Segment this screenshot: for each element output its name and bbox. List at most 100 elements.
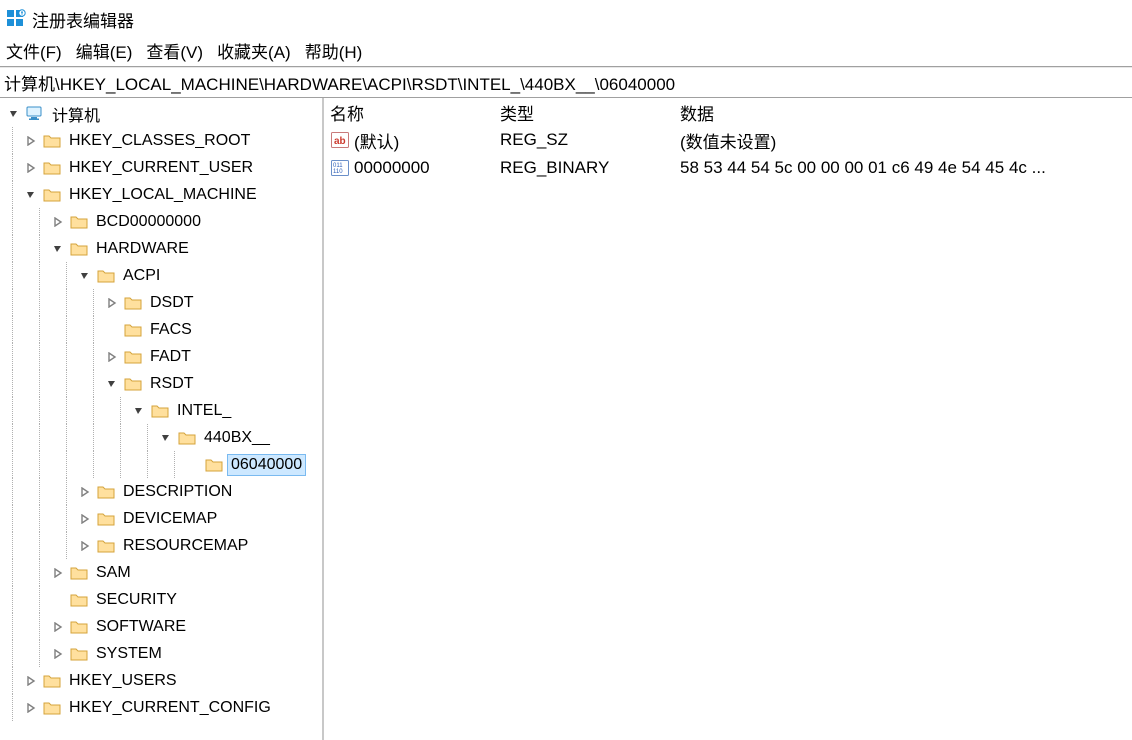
main-split: 计算机 [0,98,1132,740]
tree-item-dsdt[interactable]: DSDT [0,289,322,316]
tree-pane[interactable]: 计算机 [0,98,324,740]
folder-icon [70,564,88,582]
header-type[interactable]: 类型 [500,100,680,125]
tree-label: HARDWARE [92,238,193,260]
tree-item-acpi[interactable]: ACPI [0,262,322,289]
value-row[interactable]: 011 110 00000000 REG_BINARY 58 53 44 54 … [324,154,1132,182]
tree-label: HKEY_LOCAL_MACHINE [65,184,261,206]
tree-item-hardware[interactable]: HARDWARE [0,235,322,262]
tree-label: RESOURCEMAP [119,535,252,557]
tree-item-hkcc[interactable]: HKEY_CURRENT_CONFIG [0,694,322,721]
tree-item-software[interactable]: SOFTWARE [0,613,322,640]
menu-edit[interactable]: 编辑(E) [76,38,133,63]
chevron-right-icon[interactable] [77,484,93,500]
value-row[interactable]: ab (默认) REG_SZ (数值未设置) [324,126,1132,154]
folder-icon [70,213,88,231]
chevron-right-icon[interactable] [23,160,39,176]
folder-icon [43,699,61,717]
no-expander [104,322,120,338]
tree-label: SOFTWARE [92,616,190,638]
tree-item-computer[interactable]: 计算机 [0,100,322,127]
chevron-down-icon[interactable] [158,430,174,446]
chevron-down-icon[interactable] [6,106,22,122]
window-title: 注册表编辑器 [32,7,134,32]
chevron-right-icon[interactable] [77,511,93,527]
menu-file[interactable]: 文件(F) [6,38,62,63]
value-type: REG_BINARY [500,158,680,178]
chevron-down-icon[interactable] [77,268,93,284]
tree-label: RSDT [146,373,198,395]
folder-icon [178,429,196,447]
chevron-right-icon[interactable] [50,565,66,581]
value-data: 58 53 44 54 5c 00 00 00 01 c6 49 4e 54 4… [680,158,1132,178]
svg-text:110: 110 [333,169,343,175]
no-expander [50,592,66,608]
chevron-right-icon[interactable] [23,673,39,689]
tree-label: 440BX__ [200,427,274,449]
chevron-down-icon[interactable] [23,187,39,203]
tree-item-rsdt[interactable]: RSDT [0,370,322,397]
tree-item-hku[interactable]: HKEY_USERS [0,667,322,694]
tree-item-resourcemap[interactable]: RESOURCEMAP [0,532,322,559]
folder-icon [43,186,61,204]
tree-item-fadt[interactable]: FADT [0,343,322,370]
chevron-right-icon[interactable] [50,646,66,662]
folder-icon [124,348,142,366]
tree-label: BCD00000000 [92,211,205,233]
tree-label: DSDT [146,292,198,314]
folder-icon [124,294,142,312]
svg-text:ab: ab [334,136,346,147]
folder-icon [151,402,169,420]
values-pane[interactable]: 名称 类型 数据 ab (默认) REG_SZ (数值未设置) [324,98,1132,740]
tree-item-hklm[interactable]: HKEY_LOCAL_MACHINE [0,181,322,208]
tree-label: HKEY_CURRENT_CONFIG [65,697,275,719]
registry-tree: 计算机 [0,100,322,721]
regedit-app-icon [6,9,26,29]
tree-item-bcd[interactable]: BCD00000000 [0,208,322,235]
tree-label: FADT [146,346,195,368]
folder-icon [97,510,115,528]
header-data[interactable]: 数据 [680,100,1132,125]
address-path: 计算机\HKEY_LOCAL_MACHINE\HARDWARE\ACPI\RSD… [4,70,675,95]
tree-item-description[interactable]: DESCRIPTION [0,478,322,505]
folder-icon [124,321,142,339]
tree-label: SAM [92,562,135,584]
chevron-right-icon[interactable] [23,700,39,716]
tree-item-facs[interactable]: FACS [0,316,322,343]
tree-item-system[interactable]: SYSTEM [0,640,322,667]
header-name[interactable]: 名称 [330,100,500,125]
tree-label: DEVICEMAP [119,508,221,530]
chevron-down-icon[interactable] [50,241,66,257]
tree-item-security[interactable]: SECURITY [0,586,322,613]
tree-label: 计算机 [48,100,104,128]
tree-item-intel[interactable]: INTEL_ [0,397,322,424]
chevron-right-icon[interactable] [77,538,93,554]
folder-icon [70,591,88,609]
computer-icon [26,105,44,123]
chevron-down-icon[interactable] [131,403,147,419]
chevron-right-icon[interactable] [23,133,39,149]
value-name: (默认) [354,128,399,153]
menu-view[interactable]: 查看(V) [146,38,203,63]
tree-label: HKEY_CLASSES_ROOT [65,130,254,152]
chevron-right-icon[interactable] [50,619,66,635]
folder-icon [124,375,142,393]
folder-icon [43,159,61,177]
folder-icon [70,240,88,258]
value-name: 00000000 [354,158,430,178]
menu-favorites[interactable]: 收藏夹(A) [217,38,291,63]
chevron-right-icon[interactable] [104,349,120,365]
tree-item-hkcu[interactable]: HKEY_CURRENT_USER [0,154,322,181]
chevron-down-icon[interactable] [104,376,120,392]
address-bar[interactable]: 计算机\HKEY_LOCAL_MACHINE\HARDWARE\ACPI\RSD… [0,68,1132,98]
menu-bar: 文件(F) 编辑(E) 查看(V) 收藏夹(A) 帮助(H) [0,34,1132,66]
tree-item-06040000[interactable]: 06040000 [0,451,322,478]
tree-item-440bx[interactable]: 440BX__ [0,424,322,451]
tree-item-devicemap[interactable]: DEVICEMAP [0,505,322,532]
tree-label: 06040000 [227,454,306,476]
tree-item-sam[interactable]: SAM [0,559,322,586]
chevron-right-icon[interactable] [50,214,66,230]
menu-help[interactable]: 帮助(H) [305,38,363,63]
tree-item-hkcr[interactable]: HKEY_CLASSES_ROOT [0,127,322,154]
chevron-right-icon[interactable] [104,295,120,311]
